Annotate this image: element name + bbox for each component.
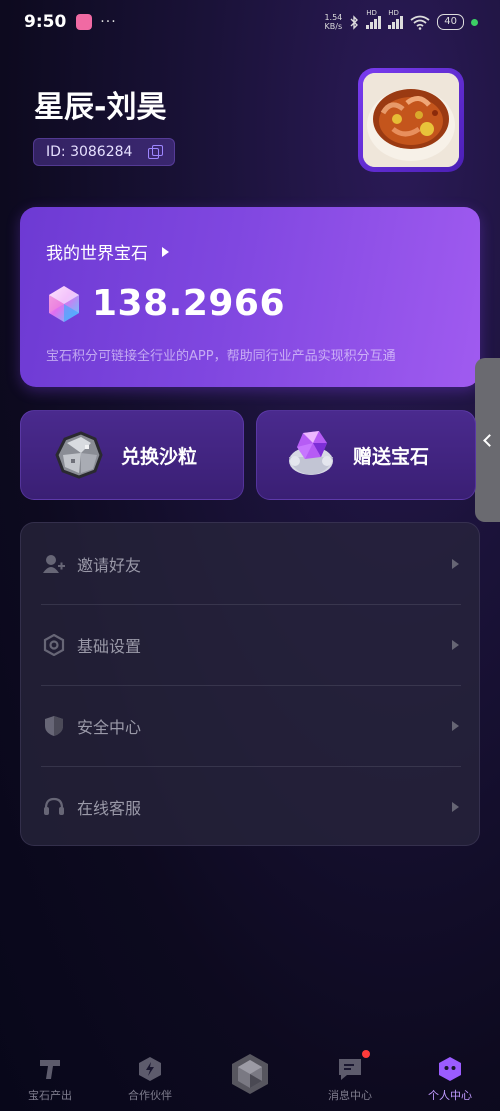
gem-card-title: 我的世界宝石 xyxy=(46,244,148,264)
profile-icon xyxy=(437,1056,463,1082)
gem-output-icon xyxy=(37,1056,63,1082)
nav-gem-output[interactable]: 宝石产出 xyxy=(0,1044,100,1111)
nav-label: 合作伙伴 xyxy=(128,1089,172,1102)
chevron-right-icon xyxy=(452,720,459,731)
menu-item-online-support[interactable]: 在线客服 xyxy=(21,766,481,847)
nav-label: 消息中心 xyxy=(328,1089,372,1102)
menu-item-label: 在线客服 xyxy=(77,798,142,818)
center-gem-icon xyxy=(232,1054,268,1094)
menu-item-label: 安全中心 xyxy=(77,717,142,737)
bottom-navigation: 宝石产出 合作伙伴 消息中心 个人中心 xyxy=(0,1044,500,1111)
battery-indicator: 40 xyxy=(437,14,464,30)
status-bar: 9:50 ··· 1.54 KB/s HD HD 40 xyxy=(0,0,500,44)
menu-item-invite-friends[interactable]: 邀请好友 xyxy=(21,523,481,604)
side-drawer-handle[interactable] xyxy=(475,358,500,522)
settings-icon xyxy=(43,633,65,656)
network-speed-value: 1.54 xyxy=(324,13,343,22)
exchange-sand-label: 兑换沙粒 xyxy=(121,445,198,468)
wifi-icon xyxy=(410,15,430,30)
app-notification-icon xyxy=(76,14,93,30)
chevron-right-icon xyxy=(452,639,459,650)
gift-gem-label: 赠送宝石 xyxy=(353,445,430,468)
network-speed-unit: KB/s xyxy=(324,22,343,31)
gem-balance-card[interactable]: 我的世界宝石 138.2966 宝石积分可链接全行业的APP，帮助同行业产品实现… xyxy=(20,207,480,387)
bluetooth-icon xyxy=(350,14,359,30)
menu-item-label: 邀请好友 xyxy=(77,555,142,575)
play-arrow-icon xyxy=(162,246,169,257)
settings-menu: 邀请好友 基础设置 安全中心 在线客服 xyxy=(20,522,480,846)
gift-gem-icon xyxy=(289,431,333,475)
avatar[interactable] xyxy=(358,68,464,172)
notification-badge xyxy=(362,1050,370,1058)
menu-item-label: 基础设置 xyxy=(77,636,142,656)
more-notifications-icon: ··· xyxy=(100,14,117,30)
chevron-right-icon xyxy=(452,801,459,812)
nav-message-center[interactable]: 消息中心 xyxy=(300,1044,400,1111)
status-time: 9:50 xyxy=(24,12,67,32)
user-id-badge[interactable]: ID: 3086284 xyxy=(33,138,176,166)
sand-rock-icon xyxy=(55,431,103,479)
nav-label: 个人中心 xyxy=(428,1089,472,1102)
signal-bars-2-icon xyxy=(388,15,404,29)
nav-profile-center[interactable]: 个人中心 xyxy=(400,1044,500,1111)
sim-label-2: HD xyxy=(388,9,399,17)
exchange-sand-button[interactable]: 兑换沙粒 xyxy=(20,410,244,500)
gift-gem-button[interactable]: 赠送宝石 xyxy=(256,410,476,500)
privacy-indicator-dot xyxy=(471,18,478,26)
gem-card-description: 宝石积分可链接全行业的APP，帮助同行业产品实现积分互通 xyxy=(46,349,396,364)
gem-balance-value: 138.2966 xyxy=(92,283,286,324)
menu-item-basic-settings[interactable]: 基础设置 xyxy=(21,604,481,685)
add-user-icon xyxy=(43,553,65,575)
sim-label-1: HD xyxy=(366,9,377,17)
chevron-left-icon xyxy=(483,433,496,447)
avatar-image xyxy=(363,73,459,167)
network-speed: 1.54 KB/s xyxy=(324,13,342,31)
chevron-right-icon xyxy=(452,558,459,569)
partner-icon xyxy=(137,1056,163,1082)
gem-card-title-row[interactable]: 我的世界宝石 xyxy=(46,239,169,264)
gem-value-row: 138.2966 xyxy=(44,283,285,324)
username: 星辰-刘昊 xyxy=(34,90,167,125)
nav-partners[interactable]: 合作伙伴 xyxy=(100,1044,200,1111)
signal-1: HD xyxy=(366,9,382,29)
menu-item-security-center[interactable]: 安全中心 xyxy=(21,685,481,766)
headset-icon xyxy=(43,796,65,818)
copy-icon[interactable] xyxy=(148,145,164,159)
gem-crystal-icon xyxy=(49,285,79,322)
signal-bars-1-icon xyxy=(366,15,382,29)
nav-label: 宝石产出 xyxy=(28,1089,72,1102)
shield-icon xyxy=(43,715,65,737)
nav-center-gem[interactable] xyxy=(200,1044,300,1111)
signal-2: HD xyxy=(388,9,404,29)
message-icon xyxy=(337,1056,363,1082)
user-id-text: ID: 3086284 xyxy=(46,144,133,160)
